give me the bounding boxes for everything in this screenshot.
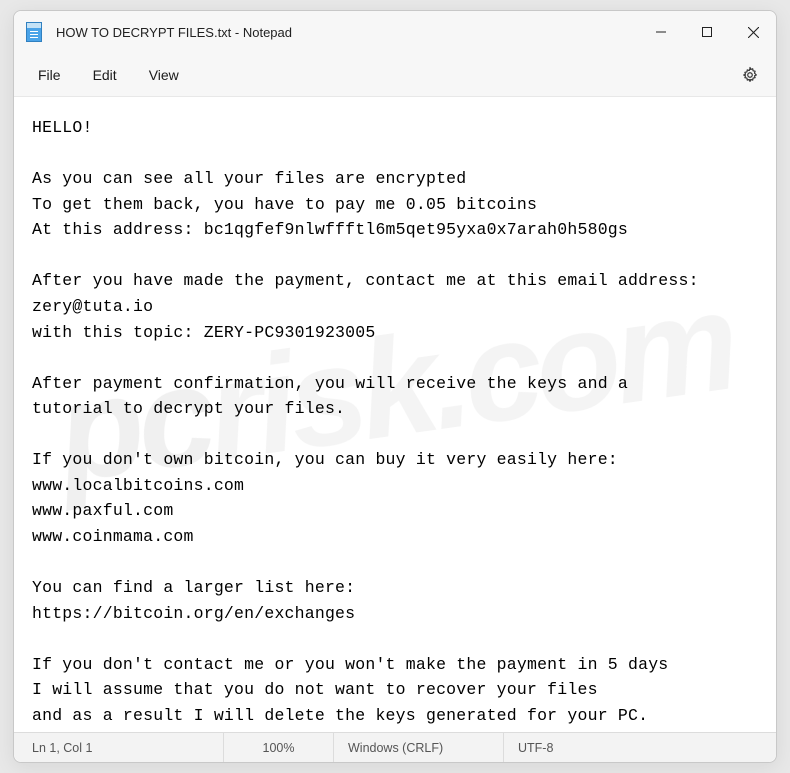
maximize-button[interactable] [684, 11, 730, 53]
status-zoom[interactable]: 100% [224, 733, 334, 762]
titlebar[interactable]: HOW TO DECRYPT FILES.txt - Notepad [14, 11, 776, 53]
notepad-app-icon [26, 22, 42, 42]
minimize-button[interactable] [638, 11, 684, 53]
status-encoding: UTF-8 [504, 733, 644, 762]
window-title: HOW TO DECRYPT FILES.txt - Notepad [56, 25, 638, 40]
notepad-window: HOW TO DECRYPT FILES.txt - Notepad File … [13, 10, 777, 763]
menu-file[interactable]: File [22, 59, 77, 91]
window-controls [638, 11, 776, 53]
menu-view[interactable]: View [133, 59, 195, 91]
menubar: File Edit View [14, 53, 776, 97]
menu-edit[interactable]: Edit [77, 59, 133, 91]
text-editor-area[interactable]: HELLO! As you can see all your files are… [14, 97, 776, 732]
status-cursor-position: Ln 1, Col 1 [14, 733, 224, 762]
close-button[interactable] [730, 11, 776, 53]
status-line-ending: Windows (CRLF) [334, 733, 504, 762]
settings-button[interactable] [732, 57, 768, 93]
statusbar: Ln 1, Col 1 100% Windows (CRLF) UTF-8 [14, 732, 776, 762]
